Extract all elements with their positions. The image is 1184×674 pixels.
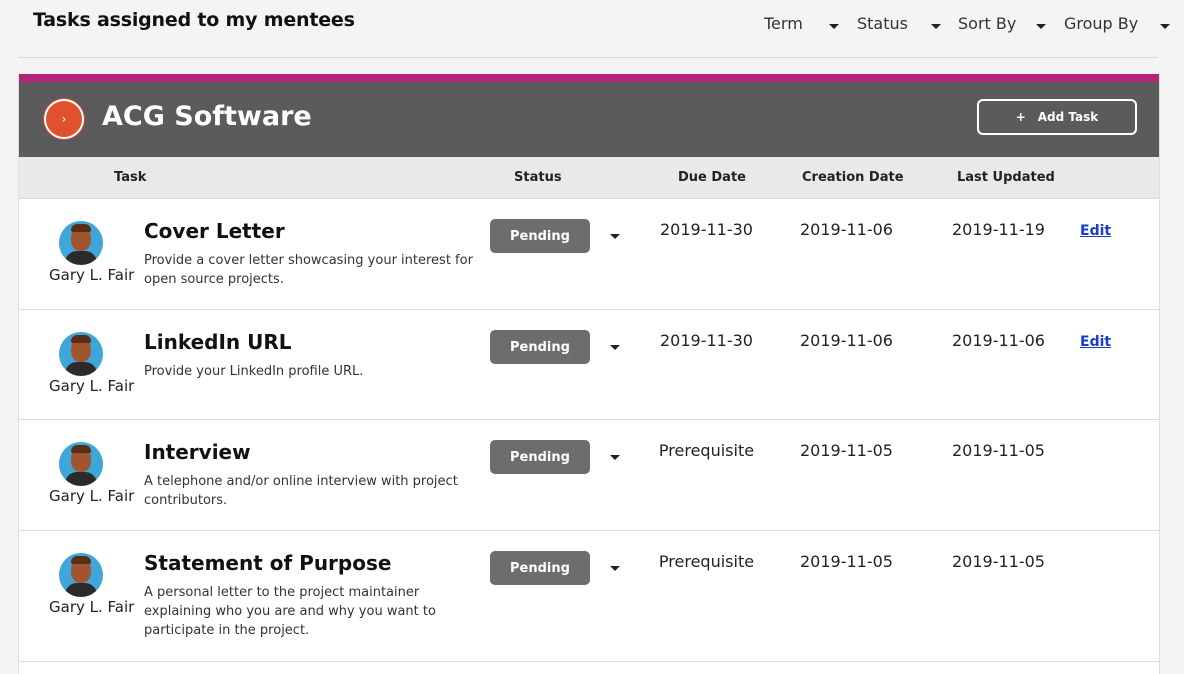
chevron-down-icon	[931, 24, 941, 29]
chevron-down-icon[interactable]	[610, 455, 620, 460]
chevron-down-icon	[1036, 24, 1046, 29]
creation-date: 2019-11-05	[800, 441, 893, 460]
filter-status-label: Status	[857, 14, 908, 33]
add-task-label: Add Task	[1037, 110, 1099, 124]
task-description: A personal letter to the project maintai…	[144, 585, 436, 638]
last-updated: 2019-11-06	[952, 331, 1045, 350]
chevron-down-icon[interactable]	[610, 345, 620, 350]
chevron-down-icon	[1160, 24, 1170, 29]
last-updated: 2019-11-05	[952, 441, 1045, 460]
mentee-name: Gary L. Fair	[49, 377, 135, 395]
filter-status[interactable]: Status	[857, 14, 941, 33]
creation-date: 2019-11-06	[800, 220, 893, 239]
due-date: Prerequisite	[658, 441, 755, 460]
task-description: Provide a cover letter showcasing your i…	[144, 253, 473, 287]
org-panel: › ACG Software + Add Task Task Status Du…	[18, 74, 1160, 674]
table-row: Gary L. Fair Cover Letter Provide a cove…	[19, 199, 1159, 310]
chevron-down-icon	[829, 24, 839, 29]
table-header: Task Status Due Date Creation Date Last …	[19, 157, 1159, 199]
status-button[interactable]: Pending	[490, 440, 590, 474]
due-date: 2019-11-30	[660, 220, 753, 239]
avatar	[59, 221, 103, 265]
filter-term-label: Term	[764, 14, 803, 33]
task-title: Statement of Purpose	[144, 551, 392, 575]
task-description: Provide your LinkedIn profile URL.	[144, 364, 364, 379]
status-button[interactable]: Pending	[490, 551, 590, 585]
chevron-right-icon[interactable]: ›	[44, 99, 84, 139]
org-header: › ACG Software + Add Task	[19, 82, 1159, 157]
creation-date: 2019-11-06	[800, 331, 893, 350]
last-updated: 2019-11-19	[952, 220, 1045, 239]
task-title: Interview	[144, 440, 251, 464]
filter-term[interactable]: Term	[764, 14, 839, 33]
top-bar: Tasks assigned to my mentees Term Status…	[0, 0, 1184, 58]
column-status: Status	[514, 170, 562, 185]
chevron-down-icon[interactable]	[610, 234, 620, 239]
mentee-name: Gary L. Fair	[49, 487, 135, 505]
column-task: Task	[114, 170, 147, 185]
add-task-button[interactable]: + Add Task	[977, 99, 1137, 135]
avatar	[59, 442, 103, 486]
due-date: 2019-11-30	[660, 331, 753, 350]
task-title: Cover Letter	[144, 219, 285, 243]
edit-link[interactable]: Edit	[1080, 334, 1111, 350]
avatar	[59, 332, 103, 376]
org-name: ACG Software	[102, 101, 312, 132]
creation-date: 2019-11-05	[800, 552, 893, 571]
task-description: A telephone and/or online interview with…	[144, 474, 458, 508]
plus-icon: +	[1015, 110, 1026, 124]
last-updated: 2019-11-05	[952, 552, 1045, 571]
filter-sort-by[interactable]: Sort By	[958, 14, 1046, 33]
column-last-updated: Last Updated	[957, 170, 1055, 185]
column-due-date: Due Date	[678, 170, 746, 185]
status-button[interactable]: Pending	[490, 330, 590, 364]
filter-sort-by-label: Sort By	[958, 14, 1017, 33]
task-title: LinkedIn URL	[144, 330, 292, 354]
table-row: Gary L. Fair Interview A telephone and/o…	[19, 420, 1159, 531]
mentee-name: Gary L. Fair	[49, 266, 135, 284]
avatar	[59, 553, 103, 597]
status-button[interactable]: Pending	[490, 219, 590, 253]
due-date: Prerequisite	[658, 552, 755, 571]
chevron-down-icon[interactable]	[610, 566, 620, 571]
filter-group-by[interactable]: Group By	[1064, 14, 1170, 33]
column-creation-date: Creation Date	[802, 170, 904, 185]
filter-group-by-label: Group By	[1064, 14, 1139, 33]
accent-bar	[19, 74, 1159, 82]
table-row: Gary L. Fair LinkedIn URL Provide your L…	[19, 310, 1159, 420]
mentee-name: Gary L. Fair	[49, 598, 135, 616]
table-row: Gary L. Fair Statement of Purpose A pers…	[19, 531, 1159, 662]
divider	[18, 57, 1158, 58]
edit-link[interactable]: Edit	[1080, 223, 1111, 239]
page-title: Tasks assigned to my mentees	[33, 9, 355, 31]
